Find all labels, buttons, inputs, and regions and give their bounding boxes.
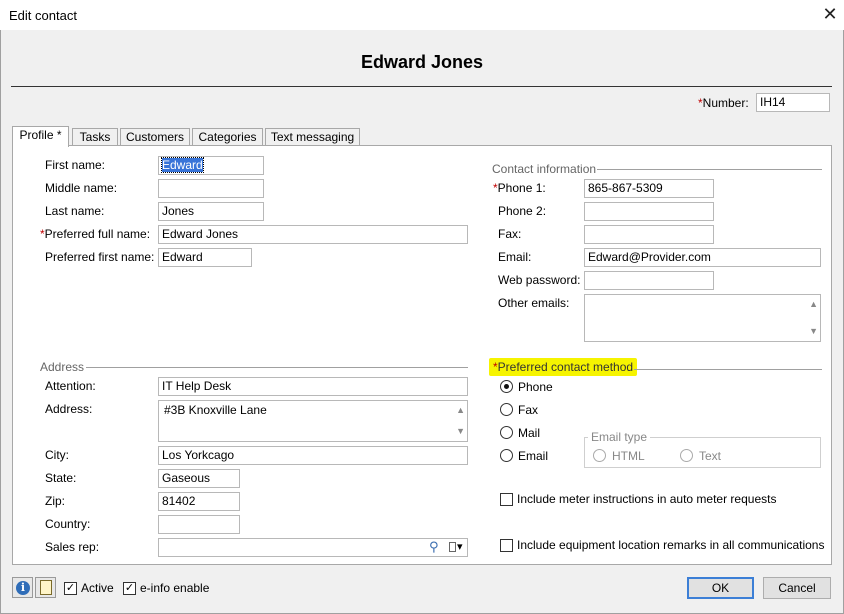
- equipment-remarks-checkbox[interactable]: [500, 539, 513, 552]
- contact-heading: Edward Jones: [360, 52, 484, 72]
- cancel-button[interactable]: Cancel: [763, 577, 831, 599]
- chevron-down-icon: ▾: [457, 541, 463, 553]
- tab-customers[interactable]: Customers: [120, 128, 190, 146]
- phone1-label-text: Phone 1:: [497, 181, 546, 195]
- ok-button[interactable]: OK: [687, 577, 754, 599]
- scroll-down-icon[interactable]: ▼: [456, 424, 465, 439]
- address-label: Address:: [45, 402, 93, 416]
- einfo-checkbox[interactable]: ✓: [123, 582, 136, 595]
- radio-fax[interactable]: [500, 403, 513, 416]
- phone1-label: *Phone 1:: [493, 181, 546, 195]
- number-label-text: Number:: [702, 96, 749, 110]
- scroll-up-icon[interactable]: ▲: [456, 403, 465, 418]
- number-label: *Number:: [698, 96, 749, 110]
- radio-mail-label: Mail: [518, 426, 541, 440]
- web-password-label: Web password:: [498, 273, 581, 287]
- preferred-full-name-label: *Preferred full name:: [40, 227, 150, 241]
- email-field[interactable]: Edward@Provider.com: [584, 248, 821, 267]
- info-icon: i: [16, 581, 30, 595]
- sales-rep-field[interactable]: [158, 538, 468, 557]
- last-name-label: Last name:: [45, 204, 105, 218]
- tab-bar: Profile * Tasks Customers Categories Tex…: [12, 126, 372, 147]
- state-label: State:: [45, 471, 77, 485]
- first-name-field[interactable]: Edward: [158, 156, 264, 175]
- group-divider: [634, 369, 822, 370]
- sales-rep-dropdown-icon[interactable]: ▾: [447, 540, 465, 555]
- tab-text-messaging[interactable]: Text messaging: [265, 128, 360, 146]
- radio-email-type-html-label: HTML: [612, 449, 645, 463]
- tab-tasks[interactable]: Tasks: [72, 128, 118, 146]
- first-name-label: First name:: [45, 158, 106, 172]
- scroll-up-icon[interactable]: ▲: [809, 297, 818, 312]
- email-type-group-title: Email type: [588, 430, 651, 444]
- address-value: #3B Knoxville Lane: [164, 403, 267, 417]
- radio-email-type-text-label: Text: [699, 449, 722, 463]
- city-label: City:: [45, 448, 69, 462]
- attention-field[interactable]: IT Help Desk: [158, 377, 468, 396]
- radio-email[interactable]: [500, 449, 513, 462]
- active-label: Active: [81, 581, 114, 595]
- tab-categories[interactable]: Categories: [192, 128, 263, 146]
- preferred-contact-group-title: *Preferred contact method: [489, 358, 638, 376]
- radio-phone[interactable]: [500, 380, 513, 393]
- scroll-down-icon[interactable]: ▼: [809, 324, 818, 339]
- heading-divider: [11, 86, 832, 87]
- preferred-full-name-field[interactable]: Edward Jones: [158, 225, 468, 244]
- phone1-field[interactable]: 865-867-5309: [584, 179, 714, 198]
- zip-field[interactable]: 81402: [158, 492, 240, 511]
- web-password-field[interactable]: [584, 271, 714, 290]
- radio-phone-label: Phone: [518, 380, 553, 394]
- first-name-value: Edward: [161, 157, 204, 173]
- equipment-remarks-label: Include equipment location remarks in al…: [517, 538, 825, 552]
- fax-field[interactable]: [584, 225, 714, 244]
- last-name-field[interactable]: Jones: [158, 202, 264, 221]
- meter-instructions-label: Include meter instructions in auto meter…: [517, 492, 777, 506]
- preferred-contact-title-text: Preferred contact method: [497, 360, 634, 374]
- close-icon[interactable]: ✕: [819, 4, 841, 26]
- preferred-full-name-label-text: Preferred full name:: [44, 227, 151, 241]
- radio-email-type-html[interactable]: [593, 449, 606, 462]
- phone2-field[interactable]: [584, 202, 714, 221]
- document-icon: [40, 580, 52, 595]
- tab-profile[interactable]: Profile *: [12, 126, 69, 147]
- preferred-first-name-field[interactable]: Edward: [158, 248, 252, 267]
- middle-name-field[interactable]: [158, 179, 264, 198]
- title-bar: [0, 0, 844, 30]
- active-checkbox[interactable]: ✓: [64, 582, 77, 595]
- attention-label: Attention:: [45, 379, 96, 393]
- einfo-label: e-info enable: [140, 581, 210, 595]
- group-divider: [86, 367, 468, 368]
- contact-information-group-title: Contact information: [492, 162, 597, 176]
- radio-email-type-text[interactable]: [680, 449, 693, 462]
- highlight-marker: *Preferred contact method: [489, 358, 638, 376]
- city-field[interactable]: Los Yorkcago: [158, 446, 468, 465]
- info-button[interactable]: i: [12, 577, 33, 598]
- number-field[interactable]: IH14: [756, 93, 830, 112]
- sales-rep-label: Sales rep:: [45, 540, 100, 554]
- other-emails-label: Other emails:: [498, 296, 570, 310]
- search-icon[interactable]: ⚲: [429, 539, 439, 555]
- card-glyph: [449, 542, 456, 552]
- middle-name-label: Middle name:: [45, 181, 118, 195]
- notes-button[interactable]: [35, 577, 56, 598]
- zip-label: Zip:: [45, 494, 66, 508]
- radio-email-label: Email: [518, 449, 549, 463]
- email-label: Email:: [498, 250, 532, 264]
- window-title: Edit contact: [9, 8, 77, 23]
- fax-label: Fax:: [498, 227, 522, 241]
- state-field[interactable]: Gaseous: [158, 469, 240, 488]
- address-group-title: Address: [40, 360, 85, 374]
- other-emails-field[interactable]: ▲ ▼: [584, 294, 821, 342]
- radio-fax-label: Fax: [518, 403, 539, 417]
- country-field[interactable]: [158, 515, 240, 534]
- group-divider: [597, 169, 822, 170]
- radio-mail[interactable]: [500, 426, 513, 439]
- country-label: Country:: [45, 517, 91, 531]
- meter-instructions-checkbox[interactable]: [500, 493, 513, 506]
- preferred-first-name-label: Preferred first name:: [45, 250, 155, 264]
- address-field[interactable]: #3B Knoxville Lane ▲ ▼: [158, 400, 468, 442]
- phone2-label: Phone 2:: [498, 204, 547, 218]
